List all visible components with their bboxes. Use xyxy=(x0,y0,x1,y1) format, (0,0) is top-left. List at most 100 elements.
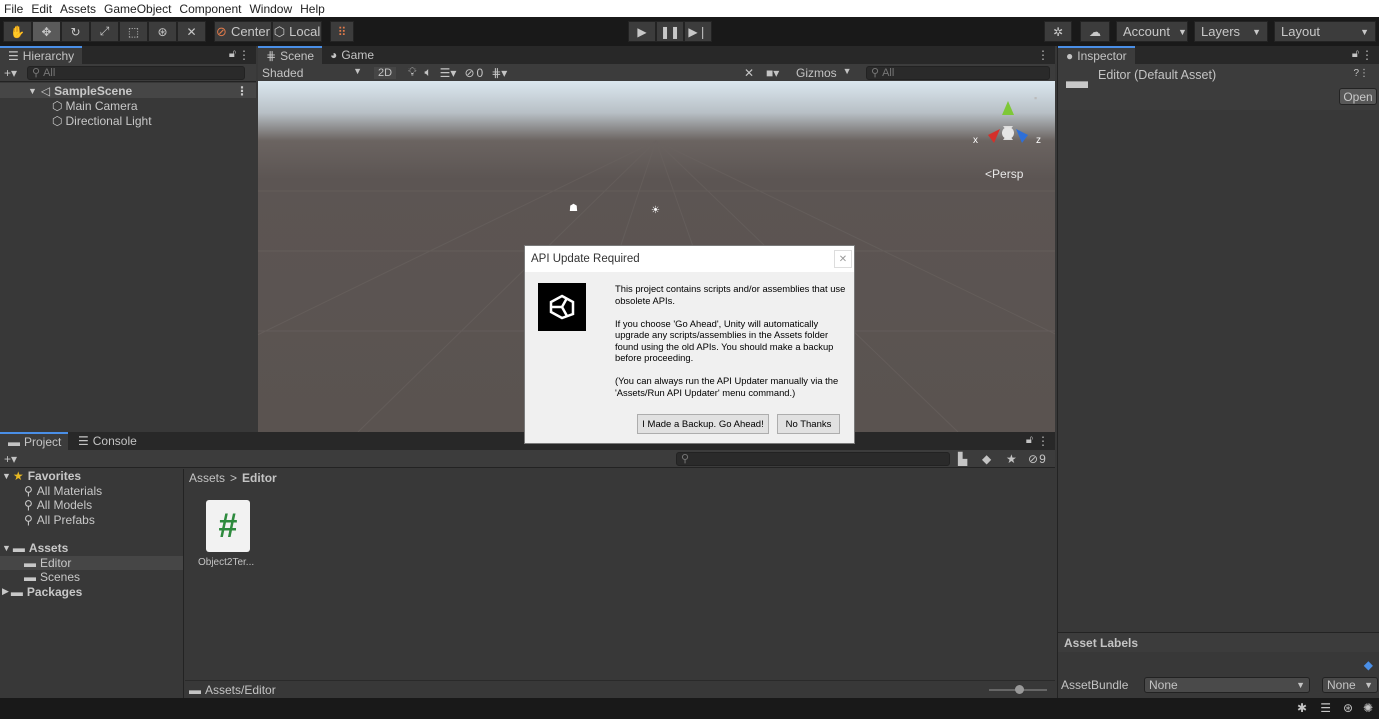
packages-node[interactable]: ▶ ▬ Packages xyxy=(0,585,183,600)
menu-window[interactable]: Window xyxy=(245,2,296,16)
menu-component[interactable]: Component xyxy=(175,2,245,16)
rotate-tool-button[interactable]: ↻ xyxy=(61,21,90,42)
scale-tool-button[interactable]: ⤢ xyxy=(90,21,119,42)
filter-label-icon[interactable]: ◆ xyxy=(982,452,991,466)
move-tool-button[interactable]: ✥ xyxy=(32,21,61,42)
project-toolbar: +▾ ⚲ ▙ ◆ ★ ⊘ 9 xyxy=(0,450,1055,468)
hidden-objects-toggle[interactable]: ⊘ 0 xyxy=(464,66,483,80)
tab-scene[interactable]: ⋕ Scene xyxy=(258,46,323,64)
favorites-item[interactable]: ⚲ All Models xyxy=(0,498,183,513)
tools-icon[interactable]: ✕ xyxy=(744,66,754,80)
unity-logo-icon xyxy=(538,283,586,331)
open-button[interactable]: Open xyxy=(1339,88,1377,105)
hierarchy-item[interactable]: ⬡ Directional Light xyxy=(0,113,256,128)
play-button[interactable]: ▶ xyxy=(628,21,656,42)
lock-icon[interactable]: 🔓︎ xyxy=(1026,434,1033,447)
scene-search[interactable]: ⚲ All xyxy=(866,65,1050,80)
no-thanks-button[interactable]: No Thanks xyxy=(777,414,840,434)
hierarchy-scene-row[interactable]: ▼ ◁ SampleScene ⋮ xyxy=(0,83,256,98)
tools-icon: ✕ xyxy=(186,24,197,39)
asset-file-tile[interactable]: # Object2Ter... xyxy=(196,500,260,572)
dialog-paragraph: (You can always run the API Updater manu… xyxy=(615,375,839,398)
menu-assets[interactable]: Assets xyxy=(56,2,100,16)
account-dropdown[interactable]: Account ▼ xyxy=(1116,21,1188,42)
camera-icon[interactable]: ■▾ xyxy=(766,66,779,80)
asset-variant-dropdown[interactable]: None ▼ xyxy=(1322,677,1378,693)
menu-file[interactable]: File xyxy=(0,2,27,16)
hierarchy-search[interactable]: ⚲ All xyxy=(27,65,246,80)
more-icon[interactable]: ⋮ xyxy=(1037,434,1049,448)
pause-button[interactable]: ❚❚ xyxy=(656,21,684,42)
lighting-icon[interactable]: 💡︎ xyxy=(408,65,416,80)
camera-gizmo-icon[interactable]: ☗ xyxy=(569,203,578,214)
tag-icon[interactable]: ◆ xyxy=(1364,658,1373,672)
audio-icon[interactable]: 🔈︎ xyxy=(424,65,431,80)
more-icon[interactable]: ⋮ xyxy=(238,48,250,62)
hand-tool-button[interactable]: ✋ xyxy=(3,21,32,42)
filter-type-icon[interactable]: ▙ xyxy=(958,452,967,466)
asset-labels-header[interactable]: Asset Labels xyxy=(1058,632,1379,652)
lock-icon[interactable]: 🔓︎ xyxy=(229,48,236,61)
lock-icon[interactable]: 🔓︎ xyxy=(1352,48,1359,61)
search-icon: ⚲ xyxy=(681,453,690,465)
services-button[interactable]: ✲ xyxy=(1044,21,1072,42)
favorites-item[interactable]: ⚲ All Prefabs xyxy=(0,513,183,528)
chevron-down-icon: ▼ xyxy=(1177,26,1187,37)
tab-game[interactable]: ◕ Game xyxy=(322,46,382,64)
grid-snap-icon[interactable]: ⋕▾ xyxy=(491,66,507,80)
light-gizmo-icon[interactable]: ☀ xyxy=(651,205,660,216)
layers-dropdown[interactable]: Layers ▼ xyxy=(1194,21,1268,42)
folder-item-editor[interactable]: ▬ Editor xyxy=(0,555,183,570)
step-button[interactable]: ▶❘ xyxy=(684,21,712,42)
icon-size-slider[interactable] xyxy=(989,685,1047,694)
rotate-icon: ↻ xyxy=(70,24,81,39)
star-icon[interactable]: ★ xyxy=(1006,452,1017,466)
menu-help[interactable]: Help xyxy=(296,2,329,16)
orientation-gizmo[interactable]: x z ▪ xyxy=(970,93,1050,173)
transform-tool-button[interactable]: ⊛ xyxy=(148,21,177,42)
perspective-toggle[interactable]: <Persp xyxy=(985,167,1023,181)
hierarchy-item[interactable]: ⬡ Main Camera xyxy=(0,98,256,113)
create-dropdown[interactable]: +▾ xyxy=(0,66,21,80)
tab-inspector[interactable]: ● Inspector xyxy=(1058,46,1135,64)
cloud-button[interactable]: ☁ xyxy=(1080,21,1110,42)
lock-icon[interactable]: ▪ xyxy=(1034,93,1037,103)
asset-bundle-dropdown[interactable]: None ▼ xyxy=(1144,677,1310,693)
hidden-packages-toggle[interactable]: ⊘ 9 xyxy=(1028,452,1046,466)
pivot-center-button[interactable]: ⊘ Center xyxy=(214,21,272,42)
create-dropdown[interactable]: +▾ xyxy=(0,452,21,466)
pivot-space-button[interactable]: ⬡ Local xyxy=(272,21,322,42)
gizmos-dropdown[interactable]: Gizmos ▼ xyxy=(796,66,852,80)
bug-icon[interactable]: ✱ xyxy=(1297,701,1307,715)
rect-tool-button[interactable]: ⬚ xyxy=(119,21,148,42)
menu-edit[interactable]: Edit xyxy=(27,2,56,16)
breadcrumb-assets[interactable]: Assets xyxy=(189,471,225,485)
tab-hierarchy[interactable]: ☰ Hierarchy xyxy=(0,46,83,64)
menu-gameobject[interactable]: GameObject xyxy=(100,2,175,16)
layout-dropdown[interactable]: Layout ▼ xyxy=(1274,21,1376,42)
target-icon[interactable]: ⊛ xyxy=(1343,701,1353,715)
chevron-down-icon: ▼ xyxy=(842,65,852,76)
shading-mode-dropdown[interactable]: Shaded ▼ xyxy=(258,66,368,80)
breadcrumb-editor[interactable]: Editor xyxy=(242,471,277,485)
more-icon[interactable]: ⋮ xyxy=(1361,48,1373,62)
close-button[interactable]: ✕ xyxy=(834,250,852,268)
stack-icon[interactable]: ☰ xyxy=(1320,701,1331,715)
tab-project[interactable]: ▬ Project xyxy=(0,432,68,450)
help-icon[interactable]: ?⋮ xyxy=(1353,68,1369,79)
folder-item-scenes[interactable]: ▬ Scenes xyxy=(0,570,183,585)
grid-snap-button[interactable]: ⠿ xyxy=(330,21,354,42)
assets-node[interactable]: ▼ ▬ Assets xyxy=(0,541,183,556)
tab-console[interactable]: ☰ Console xyxy=(70,432,145,450)
2d-toggle[interactable]: 2D xyxy=(374,66,397,79)
custom-tool-button[interactable]: ✕ xyxy=(177,21,206,42)
favorites-item[interactable]: ⚲ All Materials xyxy=(0,484,183,499)
project-search[interactable]: ⚲ xyxy=(676,451,950,466)
favorites-node[interactable]: ▼ ★ Favorites xyxy=(0,469,183,484)
more-icon[interactable]: ⋮ xyxy=(236,84,248,98)
more-icon[interactable]: ⋮ xyxy=(1037,48,1049,62)
slider-handle[interactable] xyxy=(1015,685,1024,694)
go-ahead-button[interactable]: I Made a Backup. Go Ahead! xyxy=(637,414,769,434)
effects-icon[interactable]: ☰▾ xyxy=(440,66,457,80)
folder-icon: ▬ xyxy=(24,555,36,570)
